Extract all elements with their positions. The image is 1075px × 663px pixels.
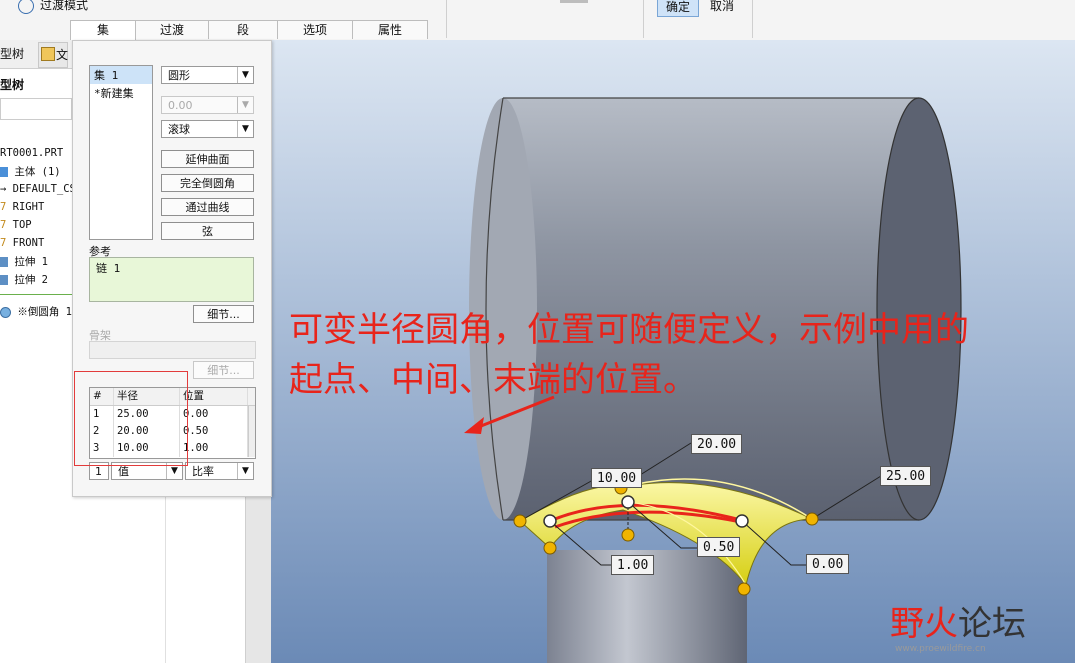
ribbon: 过渡模式 集 过渡 段 选项 属性 确定 取消 — [0, 0, 1075, 41]
transition-mode-icon — [18, 0, 34, 14]
position-tag[interactable]: 0.00 — [806, 554, 850, 574]
tab-model-tree[interactable]: 型树 — [0, 45, 24, 62]
logo-text: 论坛 — [958, 604, 1026, 644]
drag-handle — [513, 514, 527, 528]
conic-parameter-field: 0.00 ▼ — [161, 96, 254, 114]
dropdown-value: 1 — [95, 465, 102, 478]
tree-item-label: TOP — [12, 219, 32, 231]
cross-section-dropdown[interactable]: 圆形 ▼ — [161, 66, 254, 84]
tab-folder-browser[interactable]: 文 — [38, 42, 68, 68]
forum-logo: 野火论坛 — [890, 596, 1026, 645]
position-tag[interactable]: 1.00 — [611, 555, 655, 575]
ribbon-chip — [560, 0, 588, 3]
model-tree-title: 型树 — [0, 78, 25, 92]
datum-plane-icon: 7 — [0, 219, 7, 231]
tab-options[interactable]: 选项 — [277, 20, 353, 39]
tree-item-csys[interactable]: → DEFAULT_CSY — [0, 183, 82, 195]
chevron-down-icon: ▼ — [237, 463, 253, 479]
logo-fire: 野火 — [890, 604, 958, 644]
references-collector[interactable]: 链 1 — [89, 257, 254, 302]
tree-item-label: ※倒圆角 1 — [17, 306, 72, 318]
logo-url: www.proewildfire.cn — [895, 644, 986, 654]
datum-plane-icon: 7 — [0, 201, 7, 213]
full-round-button[interactable]: 完全倒圆角 — [161, 174, 254, 192]
tab-properties[interactable]: 属性 — [352, 20, 428, 39]
position-handle — [621, 495, 635, 509]
ribbon-separator — [446, 0, 447, 38]
chevron-down-icon: ▼ — [237, 97, 253, 113]
annotation-line-2: 起点、中间、末端的位置。 — [289, 360, 697, 400]
set-list[interactable]: 集 1 *新建集 — [89, 65, 153, 240]
tree-item-label: 主体 (1) — [14, 166, 61, 178]
dropdown-value: 比率 — [192, 465, 214, 478]
round-icon — [0, 306, 11, 318]
tree-item-top[interactable]: 7 TOP — [0, 219, 32, 231]
drag-handle — [737, 582, 751, 596]
ribbon-separator — [643, 0, 644, 38]
tree-item-right[interactable]: 7 RIGHT — [0, 201, 44, 213]
ribbon-separator — [752, 0, 753, 38]
column-header: 位置 — [180, 388, 248, 405]
tree-item-round[interactable]: ※倒圆角 1 — [0, 304, 72, 319]
csys-icon: → — [0, 183, 7, 195]
table-scrollbar[interactable] — [248, 406, 255, 457]
drag-handle — [621, 528, 635, 542]
extrude-icon — [0, 275, 8, 285]
through-curve-button[interactable]: 通过曲线 — [161, 198, 254, 216]
tab-folder-label: 文 — [56, 48, 69, 62]
tree-item-label: 拉伸 1 — [14, 256, 48, 268]
tree-item-extrude-1[interactable]: 拉伸 1 — [0, 254, 48, 269]
tree-item-part[interactable]: RT0001.PRT — [0, 147, 63, 159]
extrude-icon — [0, 257, 8, 267]
position-handle — [735, 514, 749, 528]
tree-item-extrude-2[interactable]: 拉伸 2 — [0, 272, 48, 287]
tree-item-body[interactable]: 主体 (1) — [0, 164, 61, 179]
position-cell[interactable]: 0.50 — [180, 423, 248, 440]
tab-segments[interactable]: 段 — [208, 20, 278, 39]
drag-handle — [543, 541, 557, 555]
tab-transitions[interactable]: 过渡 — [135, 20, 209, 39]
tree-filter-field[interactable] — [0, 98, 72, 120]
drag-handle — [805, 512, 819, 526]
creation-method-dropdown[interactable]: 滚球 ▼ — [161, 120, 254, 138]
graphics-viewport[interactable]: 可变半径圆角，位置可随便定义，示例中用的 起点、中间、末端的位置。 20.00 … — [271, 40, 1075, 663]
chevron-down-icon: ▼ — [237, 121, 253, 137]
details-button[interactable]: 细节... — [193, 305, 254, 323]
tree-item-label: FRONT — [12, 237, 45, 249]
position-handle — [543, 514, 557, 528]
dropdown-value: 圆形 — [168, 69, 190, 82]
body-icon — [0, 167, 8, 177]
radius-tag[interactable]: 10.00 — [591, 468, 643, 488]
dropdown-value: 值 — [118, 465, 129, 478]
tree-item-label: RIGHT — [12, 201, 45, 213]
transition-mode-label: 过渡模式 — [40, 0, 89, 12]
skeleton-collector — [89, 341, 256, 359]
dropdown-value: 滚球 — [168, 123, 190, 136]
position-cell[interactable]: 1.00 — [180, 440, 248, 457]
datum-plane-icon: 7 — [0, 237, 7, 249]
tree-item-front[interactable]: 7 FRONT — [0, 237, 44, 249]
extend-surfaces-button[interactable]: 延伸曲面 — [161, 150, 254, 168]
highlight-rectangle — [74, 371, 188, 466]
chordal-button[interactable]: 弦 — [161, 222, 254, 240]
set-list-item[interactable]: 集 1 — [90, 66, 152, 84]
transition-mode-button[interactable]: 过渡模式 — [18, 0, 88, 14]
folder-icon — [41, 47, 55, 61]
position-cell[interactable]: 0.00 — [180, 406, 248, 423]
radius-tag[interactable]: 25.00 — [880, 466, 932, 486]
ok-button[interactable]: 确定 — [657, 0, 699, 17]
tree-item-label: 拉伸 2 — [14, 274, 48, 286]
radius-tag[interactable]: 20.00 — [691, 434, 743, 454]
dropdown-value: 0.00 — [168, 99, 193, 112]
chevron-down-icon: ▼ — [237, 67, 253, 83]
position-tag[interactable]: 0.50 — [697, 537, 741, 557]
set-list-item[interactable]: *新建集 — [90, 84, 152, 102]
cancel-button[interactable]: 取消 — [702, 0, 742, 15]
tab-sets[interactable]: 集 — [70, 20, 136, 40]
ratio-dropdown[interactable]: 比率 ▼ — [185, 462, 254, 480]
annotation-line-1: 可变半径圆角，位置可随便定义，示例中用的 — [289, 310, 969, 350]
skeleton-details-button: 细节... — [193, 361, 254, 379]
